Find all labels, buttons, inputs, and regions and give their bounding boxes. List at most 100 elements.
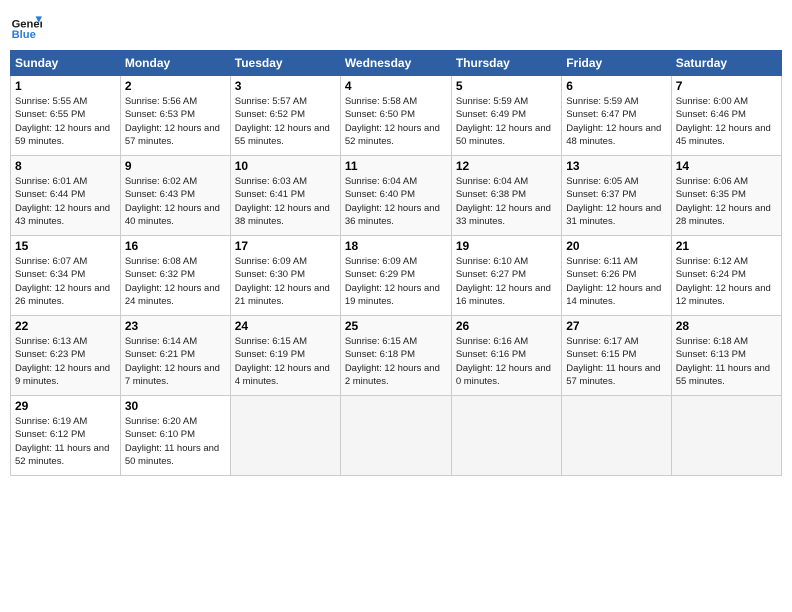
calendar-cell: 15 Sunrise: 6:07 AMSunset: 6:34 PMDaylig… <box>11 236 121 316</box>
day-info: Sunrise: 5:55 AMSunset: 6:55 PMDaylight:… <box>15 95 116 148</box>
calendar-week-row: 8 Sunrise: 6:01 AMSunset: 6:44 PMDayligh… <box>11 156 782 236</box>
calendar-week-row: 22 Sunrise: 6:13 AMSunset: 6:23 PMDaylig… <box>11 316 782 396</box>
day-number: 30 <box>125 399 226 413</box>
day-info: Sunrise: 5:59 AMSunset: 6:47 PMDaylight:… <box>566 95 666 148</box>
weekday-header: Tuesday <box>230 51 340 76</box>
calendar-cell: 17 Sunrise: 6:09 AMSunset: 6:30 PMDaylig… <box>230 236 340 316</box>
calendar-cell: 7 Sunrise: 6:00 AMSunset: 6:46 PMDayligh… <box>671 76 781 156</box>
calendar-cell <box>671 396 781 476</box>
logo: General Blue <box>10 10 42 42</box>
calendar-cell: 1 Sunrise: 5:55 AMSunset: 6:55 PMDayligh… <box>11 76 121 156</box>
day-number: 7 <box>676 79 777 93</box>
day-number: 11 <box>345 159 447 173</box>
day-number: 16 <box>125 239 226 253</box>
calendar-cell: 29 Sunrise: 6:19 AMSunset: 6:12 PMDaylig… <box>11 396 121 476</box>
day-info: Sunrise: 6:03 AMSunset: 6:41 PMDaylight:… <box>235 175 336 228</box>
logo-icon: General Blue <box>10 10 42 42</box>
day-number: 19 <box>456 239 557 253</box>
day-info: Sunrise: 6:00 AMSunset: 6:46 PMDaylight:… <box>676 95 777 148</box>
calendar-cell: 22 Sunrise: 6:13 AMSunset: 6:23 PMDaylig… <box>11 316 121 396</box>
day-info: Sunrise: 6:09 AMSunset: 6:30 PMDaylight:… <box>235 255 336 308</box>
day-info: Sunrise: 6:17 AMSunset: 6:15 PMDaylight:… <box>566 335 666 388</box>
day-info: Sunrise: 6:15 AMSunset: 6:19 PMDaylight:… <box>235 335 336 388</box>
page-header: General Blue <box>10 10 782 42</box>
day-info: Sunrise: 6:05 AMSunset: 6:37 PMDaylight:… <box>566 175 666 228</box>
day-number: 22 <box>15 319 116 333</box>
day-number: 13 <box>566 159 666 173</box>
day-number: 9 <box>125 159 226 173</box>
day-number: 26 <box>456 319 557 333</box>
weekday-header: Sunday <box>11 51 121 76</box>
weekday-header: Wednesday <box>340 51 451 76</box>
day-info: Sunrise: 6:20 AMSunset: 6:10 PMDaylight:… <box>125 415 226 468</box>
calendar-cell: 3 Sunrise: 5:57 AMSunset: 6:52 PMDayligh… <box>230 76 340 156</box>
day-number: 24 <box>235 319 336 333</box>
calendar-cell: 11 Sunrise: 6:04 AMSunset: 6:40 PMDaylig… <box>340 156 451 236</box>
weekday-header: Friday <box>562 51 671 76</box>
calendar-cell: 19 Sunrise: 6:10 AMSunset: 6:27 PMDaylig… <box>451 236 561 316</box>
calendar-cell <box>562 396 671 476</box>
calendar-cell: 14 Sunrise: 6:06 AMSunset: 6:35 PMDaylig… <box>671 156 781 236</box>
weekday-header: Thursday <box>451 51 561 76</box>
day-info: Sunrise: 6:19 AMSunset: 6:12 PMDaylight:… <box>15 415 116 468</box>
day-number: 10 <box>235 159 336 173</box>
calendar-cell: 20 Sunrise: 6:11 AMSunset: 6:26 PMDaylig… <box>562 236 671 316</box>
calendar-week-row: 1 Sunrise: 5:55 AMSunset: 6:55 PMDayligh… <box>11 76 782 156</box>
calendar-week-row: 15 Sunrise: 6:07 AMSunset: 6:34 PMDaylig… <box>11 236 782 316</box>
calendar-cell: 12 Sunrise: 6:04 AMSunset: 6:38 PMDaylig… <box>451 156 561 236</box>
day-number: 6 <box>566 79 666 93</box>
day-number: 2 <box>125 79 226 93</box>
day-info: Sunrise: 6:13 AMSunset: 6:23 PMDaylight:… <box>15 335 116 388</box>
day-number: 12 <box>456 159 557 173</box>
day-info: Sunrise: 6:18 AMSunset: 6:13 PMDaylight:… <box>676 335 777 388</box>
calendar-cell <box>451 396 561 476</box>
weekday-header: Saturday <box>671 51 781 76</box>
calendar-header-row: SundayMondayTuesdayWednesdayThursdayFrid… <box>11 51 782 76</box>
day-number: 25 <box>345 319 447 333</box>
day-info: Sunrise: 5:57 AMSunset: 6:52 PMDaylight:… <box>235 95 336 148</box>
day-number: 3 <box>235 79 336 93</box>
day-info: Sunrise: 6:07 AMSunset: 6:34 PMDaylight:… <box>15 255 116 308</box>
calendar-cell: 24 Sunrise: 6:15 AMSunset: 6:19 PMDaylig… <box>230 316 340 396</box>
calendar-cell: 10 Sunrise: 6:03 AMSunset: 6:41 PMDaylig… <box>230 156 340 236</box>
day-number: 8 <box>15 159 116 173</box>
calendar-cell: 4 Sunrise: 5:58 AMSunset: 6:50 PMDayligh… <box>340 76 451 156</box>
day-info: Sunrise: 6:16 AMSunset: 6:16 PMDaylight:… <box>456 335 557 388</box>
day-info: Sunrise: 6:11 AMSunset: 6:26 PMDaylight:… <box>566 255 666 308</box>
calendar-week-row: 29 Sunrise: 6:19 AMSunset: 6:12 PMDaylig… <box>11 396 782 476</box>
calendar-cell: 8 Sunrise: 6:01 AMSunset: 6:44 PMDayligh… <box>11 156 121 236</box>
calendar-cell: 23 Sunrise: 6:14 AMSunset: 6:21 PMDaylig… <box>120 316 230 396</box>
day-info: Sunrise: 6:10 AMSunset: 6:27 PMDaylight:… <box>456 255 557 308</box>
day-number: 1 <box>15 79 116 93</box>
day-number: 23 <box>125 319 226 333</box>
day-info: Sunrise: 5:59 AMSunset: 6:49 PMDaylight:… <box>456 95 557 148</box>
day-number: 28 <box>676 319 777 333</box>
calendar-cell: 30 Sunrise: 6:20 AMSunset: 6:10 PMDaylig… <box>120 396 230 476</box>
calendar-cell: 18 Sunrise: 6:09 AMSunset: 6:29 PMDaylig… <box>340 236 451 316</box>
calendar-cell: 25 Sunrise: 6:15 AMSunset: 6:18 PMDaylig… <box>340 316 451 396</box>
day-number: 15 <box>15 239 116 253</box>
day-info: Sunrise: 5:58 AMSunset: 6:50 PMDaylight:… <box>345 95 447 148</box>
calendar-cell: 27 Sunrise: 6:17 AMSunset: 6:15 PMDaylig… <box>562 316 671 396</box>
day-info: Sunrise: 6:02 AMSunset: 6:43 PMDaylight:… <box>125 175 226 228</box>
day-number: 21 <box>676 239 777 253</box>
day-info: Sunrise: 6:09 AMSunset: 6:29 PMDaylight:… <box>345 255 447 308</box>
day-info: Sunrise: 6:14 AMSunset: 6:21 PMDaylight:… <box>125 335 226 388</box>
day-number: 18 <box>345 239 447 253</box>
calendar-cell: 6 Sunrise: 5:59 AMSunset: 6:47 PMDayligh… <box>562 76 671 156</box>
day-number: 29 <box>15 399 116 413</box>
calendar-cell: 5 Sunrise: 5:59 AMSunset: 6:49 PMDayligh… <box>451 76 561 156</box>
calendar-cell: 13 Sunrise: 6:05 AMSunset: 6:37 PMDaylig… <box>562 156 671 236</box>
day-info: Sunrise: 6:15 AMSunset: 6:18 PMDaylight:… <box>345 335 447 388</box>
calendar-cell: 28 Sunrise: 6:18 AMSunset: 6:13 PMDaylig… <box>671 316 781 396</box>
calendar-cell: 9 Sunrise: 6:02 AMSunset: 6:43 PMDayligh… <box>120 156 230 236</box>
calendar-cell: 26 Sunrise: 6:16 AMSunset: 6:16 PMDaylig… <box>451 316 561 396</box>
calendar-cell: 16 Sunrise: 6:08 AMSunset: 6:32 PMDaylig… <box>120 236 230 316</box>
weekday-header: Monday <box>120 51 230 76</box>
calendar-table: SundayMondayTuesdayWednesdayThursdayFrid… <box>10 50 782 476</box>
day-number: 5 <box>456 79 557 93</box>
svg-text:Blue: Blue <box>12 29 36 41</box>
day-info: Sunrise: 6:04 AMSunset: 6:40 PMDaylight:… <box>345 175 447 228</box>
day-info: Sunrise: 6:12 AMSunset: 6:24 PMDaylight:… <box>676 255 777 308</box>
day-number: 4 <box>345 79 447 93</box>
